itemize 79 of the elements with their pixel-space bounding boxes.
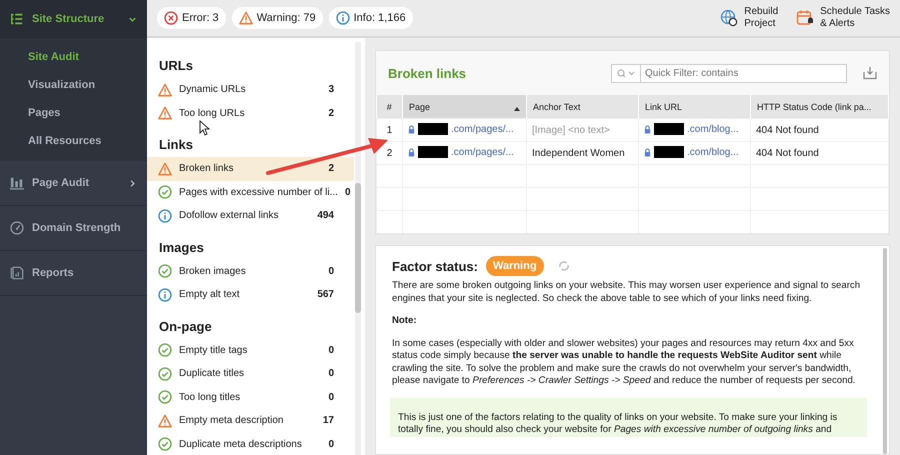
issue-item[interactable]: Empty title tags 0 (147, 338, 354, 362)
table-cell: [Image] <no text> (526, 118, 638, 142)
column-header[interactable]: HTTP Status Code (link pa... (750, 95, 888, 118)
check-icon (158, 343, 172, 358)
info-icon (158, 288, 172, 302)
warning-icon (158, 414, 172, 428)
toolbar-button[interactable]: Schedule Tasks & Alerts (796, 6, 890, 30)
group-title: URLs (159, 58, 193, 73)
warning-icon (158, 162, 172, 176)
column-header[interactable]: # (376, 95, 402, 118)
column-header[interactable]: Link URL (638, 95, 750, 118)
issue-item[interactable]: Dofollow external links 494 (147, 204, 354, 228)
sidebar-subitem[interactable]: Site Audit (0, 43, 147, 71)
tip-text: This is just one of the factors relating to the quality of links on your website. To make sure your linking is totally fine, you should also check your website for Pages with excessive number of outgoing links and (398, 412, 838, 436)
sort-icon (514, 106, 520, 110)
issue-item[interactable]: Duplicate titles 0 (147, 362, 354, 386)
description-text: In some cases (especially with older and slower websites) your pages and resources may return 4xx and 5xx status code simply because the server was unable to handle the requests WebSite Auditor sent while crawling the site. To solve the problem and make sure the crawls do not overwhelm your server's bandwidth, please navigate to Preferences -> Crawler Settings -> Speed and reduce the number of requests per second. (392, 338, 856, 388)
document-icon (10, 266, 24, 280)
column-header[interactable]: Anchor Text (526, 95, 638, 118)
issue-item[interactable]: Too long URLs 2 (147, 102, 354, 125)
sidebar-subitem[interactable]: Visualization (0, 71, 147, 99)
lock-icon (408, 148, 415, 157)
check-icon (158, 366, 172, 381)
search-dropdown[interactable] (611, 64, 640, 82)
sidebar-item[interactable]: Site Structure (0, 0, 147, 39)
table-cell: 404 Not found (750, 118, 888, 142)
globe-icon (720, 9, 738, 27)
warning-icon (238, 11, 253, 25)
scrollbar-thumb[interactable] (355, 183, 361, 313)
redaction-mark (418, 123, 448, 136)
status-badge[interactable]: Error: 3 (157, 7, 226, 29)
issue-item[interactable]: Too long titles 0 (147, 386, 354, 409)
check-icon (158, 390, 172, 404)
factor-label: Factor status: (392, 258, 478, 274)
description-text: There are some broken outgoing links on your website. This may worsen user experience and signal to search engines that your site is neglected. So check the above table to see which of your links need fixing. (392, 280, 862, 305)
sidebar-subitem[interactable]: All Resources (0, 127, 147, 155)
group-title: On-page (159, 318, 212, 334)
note-heading: Note: (392, 315, 418, 328)
group-title: Images (159, 240, 204, 254)
calendar-icon (796, 9, 814, 27)
error-icon (164, 11, 178, 25)
bar-chart-icon (10, 176, 24, 190)
info-icon (158, 208, 172, 223)
check-icon (158, 437, 172, 452)
redaction-mark (418, 146, 448, 158)
column-header[interactable]: Page (402, 95, 526, 118)
status-badge[interactable]: Info: 1,166 (328, 7, 413, 29)
check-icon (158, 185, 172, 200)
issue-item[interactable]: Broken images 0 (147, 260, 354, 283)
issue-item[interactable]: Empty meta description 17 (147, 409, 354, 432)
issue-item[interactable]: Empty alt text 567 (147, 283, 354, 306)
download-icon[interactable] (863, 66, 877, 80)
redaction-mark (654, 146, 684, 158)
search-icon (617, 68, 635, 78)
warning-icon (158, 106, 172, 120)
check-icon (158, 264, 172, 278)
gauge-icon (10, 221, 24, 235)
cursor-icon (200, 120, 210, 136)
redaction-mark (654, 123, 684, 136)
issue-item[interactable]: Duplicate meta descriptions 0 (147, 432, 354, 455)
issue-item[interactable]: Broken links 2 (147, 157, 354, 180)
lock-icon (644, 148, 651, 157)
toolbar-button[interactable]: Rebuild Project (720, 6, 778, 30)
sidebar-subitem[interactable]: Pages (0, 99, 147, 127)
group-title: Links (159, 137, 193, 152)
status-badge[interactable]: Warning: 79 (232, 7, 323, 29)
table-cell: 404 Not found (750, 142, 888, 164)
warning-icon (158, 82, 172, 97)
lock-icon (644, 124, 651, 134)
filter-field[interactable]: Quick Filter: contains (640, 64, 847, 82)
list-icon (10, 12, 24, 26)
report-title: Broken links (388, 66, 468, 80)
table-cell: Independent Women (526, 142, 638, 164)
refresh-icon[interactable] (558, 260, 570, 272)
scrollbar-thumb[interactable] (883, 248, 887, 454)
lock-icon (408, 124, 415, 134)
info-icon (336, 11, 350, 25)
issue-item[interactable]: Pages with excessive number of li... 0 (147, 180, 354, 204)
issue-item[interactable]: Dynamic URLs 3 (147, 78, 354, 102)
